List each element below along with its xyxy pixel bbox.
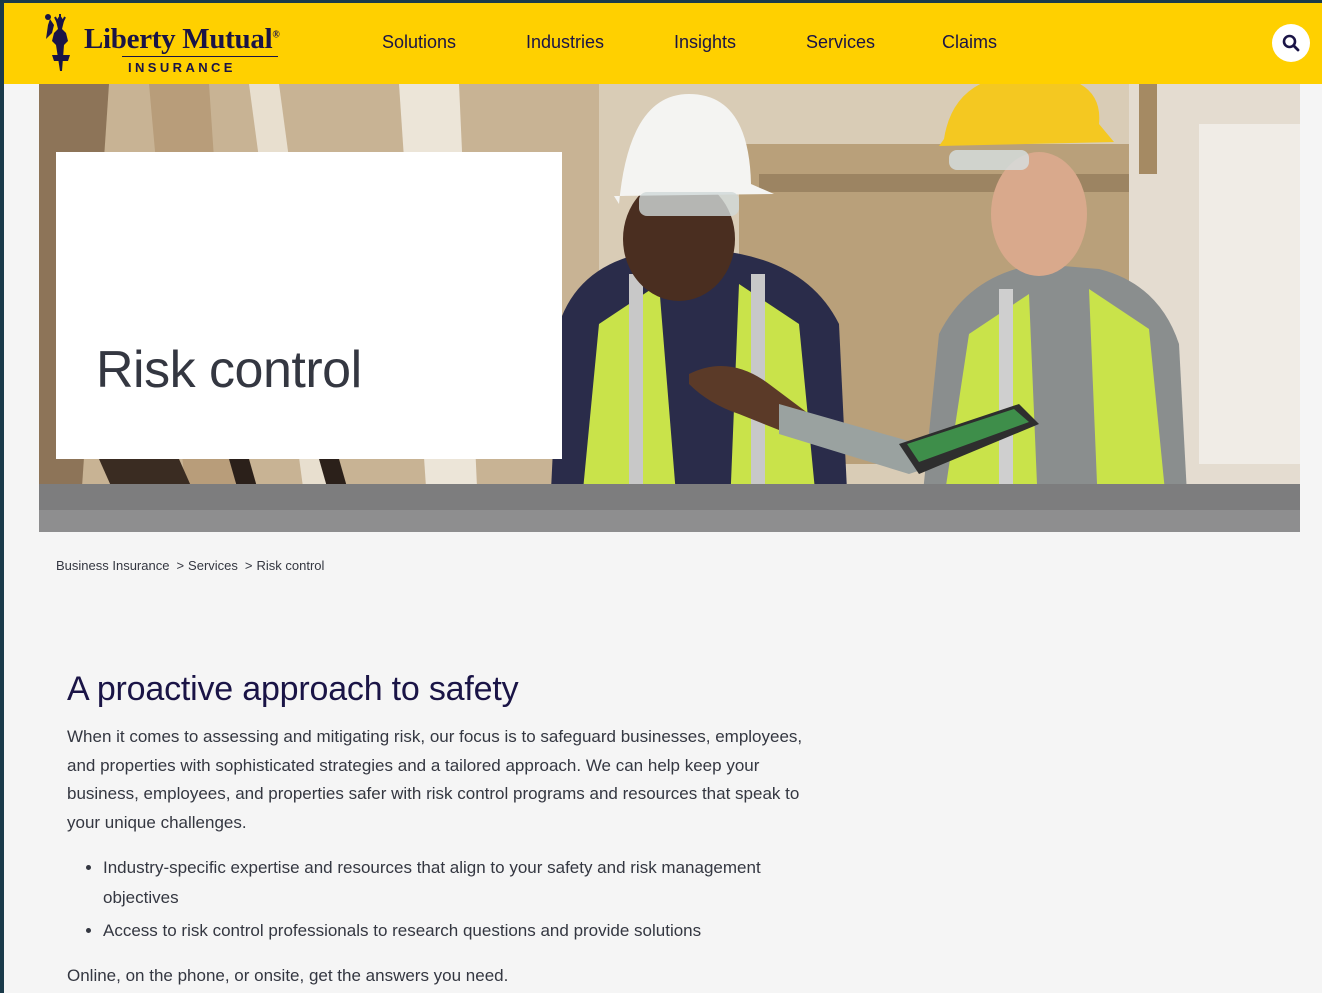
nav-insights[interactable]: Insights <box>674 32 736 53</box>
breadcrumb-separator: > <box>244 558 253 573</box>
page-title: Risk control <box>96 341 362 399</box>
breadcrumb-business-insurance[interactable]: Business Insurance <box>56 558 169 573</box>
logo-subtitle: INSURANCE <box>128 60 236 75</box>
closing-paragraph: Online, on the phone, or onsite, get the… <box>67 965 509 985</box>
nav-services[interactable]: Services <box>806 32 875 53</box>
hero-title-card: Risk control <box>56 152 562 459</box>
hero-banner: Risk control <box>39 84 1300 532</box>
liberty-mutual-logo[interactable]: Liberty Mutual® INSURANCE <box>38 11 288 75</box>
intro-paragraph: When it comes to assessing and mitigatin… <box>67 727 803 832</box>
search-button[interactable] <box>1272 24 1310 62</box>
list-item: Industry-specific expertise and resource… <box>103 853 827 912</box>
list-item: Access to risk control professionals to … <box>103 916 827 946</box>
breadcrumb-current: Risk control <box>256 558 325 573</box>
nav-claims[interactable]: Claims <box>942 32 997 53</box>
benefits-list: Industry-specific expertise and resource… <box>67 853 827 946</box>
site-header: Liberty Mutual® INSURANCE Solutions Indu… <box>4 0 1322 84</box>
main-content: A proactive approach to safety When it c… <box>67 670 827 990</box>
section-heading: A proactive approach to safety <box>67 670 519 708</box>
breadcrumb-services[interactable]: Services <box>188 558 238 573</box>
nav-industries[interactable]: Industries <box>526 32 604 53</box>
statue-of-liberty-icon <box>45 14 70 71</box>
nav-solutions[interactable]: Solutions <box>382 32 456 53</box>
page-frame: Liberty Mutual® INSURANCE Solutions Indu… <box>4 0 1322 993</box>
breadcrumb: Business Insurance > Services > Risk control <box>56 558 324 573</box>
logo-wordmark: Liberty Mutual® <box>84 23 280 55</box>
search-icon <box>1282 34 1300 52</box>
breadcrumb-separator: > <box>176 558 185 573</box>
logo-rule <box>122 56 278 57</box>
